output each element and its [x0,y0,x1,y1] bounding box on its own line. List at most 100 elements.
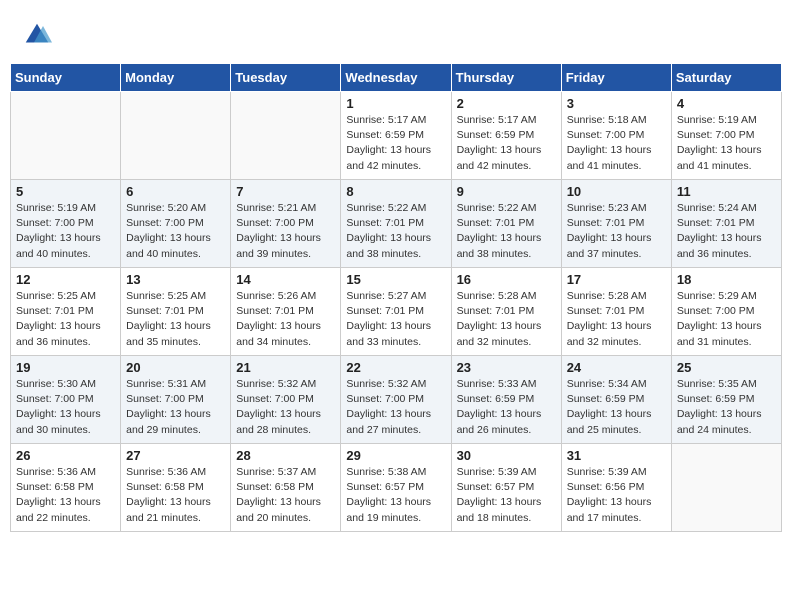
day-number: 8 [346,184,445,199]
day-number: 26 [16,448,115,463]
day-info: Sunrise: 5:33 AMSunset: 6:59 PMDaylight:… [457,378,542,436]
day-number: 18 [677,272,776,287]
day-info: Sunrise: 5:35 AMSunset: 6:59 PMDaylight:… [677,378,762,436]
calendar-day-cell: 15 Sunrise: 5:27 AMSunset: 7:01 PMDaylig… [341,268,451,356]
calendar-day-cell: 4 Sunrise: 5:19 AMSunset: 7:00 PMDayligh… [671,92,781,180]
calendar-day-cell: 20 Sunrise: 5:31 AMSunset: 7:00 PMDaylig… [121,356,231,444]
day-number: 13 [126,272,225,287]
calendar-day-cell: 26 Sunrise: 5:36 AMSunset: 6:58 PMDaylig… [11,444,121,532]
day-number: 31 [567,448,666,463]
calendar-day-cell: 3 Sunrise: 5:18 AMSunset: 7:00 PMDayligh… [561,92,671,180]
calendar-day-cell: 30 Sunrise: 5:39 AMSunset: 6:57 PMDaylig… [451,444,561,532]
day-number: 5 [16,184,115,199]
day-number: 10 [567,184,666,199]
calendar-day-cell: 10 Sunrise: 5:23 AMSunset: 7:01 PMDaylig… [561,180,671,268]
calendar-week-row: 1 Sunrise: 5:17 AMSunset: 6:59 PMDayligh… [11,92,782,180]
calendar-week-row: 19 Sunrise: 5:30 AMSunset: 7:00 PMDaylig… [11,356,782,444]
day-number: 27 [126,448,225,463]
day-number: 23 [457,360,556,375]
day-number: 4 [677,96,776,111]
day-info: Sunrise: 5:34 AMSunset: 6:59 PMDaylight:… [567,378,652,436]
day-number: 9 [457,184,556,199]
day-info: Sunrise: 5:19 AMSunset: 7:00 PMDaylight:… [16,202,101,260]
day-info: Sunrise: 5:28 AMSunset: 7:01 PMDaylight:… [567,290,652,348]
weekday-header: Thursday [451,64,561,92]
weekday-header: Friday [561,64,671,92]
calendar-table: SundayMondayTuesdayWednesdayThursdayFrid… [10,63,782,532]
day-info: Sunrise: 5:37 AMSunset: 6:58 PMDaylight:… [236,466,321,524]
calendar-day-cell: 22 Sunrise: 5:32 AMSunset: 7:00 PMDaylig… [341,356,451,444]
calendar-week-row: 26 Sunrise: 5:36 AMSunset: 6:58 PMDaylig… [11,444,782,532]
day-info: Sunrise: 5:39 AMSunset: 6:56 PMDaylight:… [567,466,652,524]
day-number: 12 [16,272,115,287]
calendar-day-cell: 13 Sunrise: 5:25 AMSunset: 7:01 PMDaylig… [121,268,231,356]
calendar-day-cell: 27 Sunrise: 5:36 AMSunset: 6:58 PMDaylig… [121,444,231,532]
day-info: Sunrise: 5:21 AMSunset: 7:00 PMDaylight:… [236,202,321,260]
calendar-day-cell: 9 Sunrise: 5:22 AMSunset: 7:01 PMDayligh… [451,180,561,268]
day-info: Sunrise: 5:25 AMSunset: 7:01 PMDaylight:… [126,290,211,348]
calendar-day-cell: 1 Sunrise: 5:17 AMSunset: 6:59 PMDayligh… [341,92,451,180]
calendar-day-cell: 8 Sunrise: 5:22 AMSunset: 7:01 PMDayligh… [341,180,451,268]
day-info: Sunrise: 5:32 AMSunset: 7:00 PMDaylight:… [346,378,431,436]
day-info: Sunrise: 5:39 AMSunset: 6:57 PMDaylight:… [457,466,542,524]
calendar-day-cell: 16 Sunrise: 5:28 AMSunset: 7:01 PMDaylig… [451,268,561,356]
day-number: 30 [457,448,556,463]
day-info: Sunrise: 5:23 AMSunset: 7:01 PMDaylight:… [567,202,652,260]
calendar-day-cell [11,92,121,180]
calendar-day-cell: 21 Sunrise: 5:32 AMSunset: 7:00 PMDaylig… [231,356,341,444]
day-number: 16 [457,272,556,287]
day-info: Sunrise: 5:28 AMSunset: 7:01 PMDaylight:… [457,290,542,348]
calendar-day-cell: 18 Sunrise: 5:29 AMSunset: 7:00 PMDaylig… [671,268,781,356]
day-info: Sunrise: 5:22 AMSunset: 7:01 PMDaylight:… [346,202,431,260]
day-info: Sunrise: 5:36 AMSunset: 6:58 PMDaylight:… [16,466,101,524]
day-number: 14 [236,272,335,287]
calendar-day-cell: 28 Sunrise: 5:37 AMSunset: 6:58 PMDaylig… [231,444,341,532]
weekday-header: Monday [121,64,231,92]
day-number: 15 [346,272,445,287]
weekday-header: Wednesday [341,64,451,92]
day-number: 11 [677,184,776,199]
logo [20,20,52,50]
day-info: Sunrise: 5:38 AMSunset: 6:57 PMDaylight:… [346,466,431,524]
calendar-day-cell: 5 Sunrise: 5:19 AMSunset: 7:00 PMDayligh… [11,180,121,268]
weekday-header: Saturday [671,64,781,92]
day-info: Sunrise: 5:19 AMSunset: 7:00 PMDaylight:… [677,114,762,172]
day-number: 20 [126,360,225,375]
calendar-day-cell: 2 Sunrise: 5:17 AMSunset: 6:59 PMDayligh… [451,92,561,180]
day-number: 28 [236,448,335,463]
calendar-day-cell: 19 Sunrise: 5:30 AMSunset: 7:00 PMDaylig… [11,356,121,444]
weekday-header: Tuesday [231,64,341,92]
page-header [10,10,782,55]
day-number: 24 [567,360,666,375]
calendar-week-row: 5 Sunrise: 5:19 AMSunset: 7:00 PMDayligh… [11,180,782,268]
day-info: Sunrise: 5:25 AMSunset: 7:01 PMDaylight:… [16,290,101,348]
calendar-header-row: SundayMondayTuesdayWednesdayThursdayFrid… [11,64,782,92]
day-info: Sunrise: 5:18 AMSunset: 7:00 PMDaylight:… [567,114,652,172]
day-info: Sunrise: 5:36 AMSunset: 6:58 PMDaylight:… [126,466,211,524]
calendar-day-cell: 12 Sunrise: 5:25 AMSunset: 7:01 PMDaylig… [11,268,121,356]
weekday-header: Sunday [11,64,121,92]
calendar-day-cell: 31 Sunrise: 5:39 AMSunset: 6:56 PMDaylig… [561,444,671,532]
calendar-day-cell: 7 Sunrise: 5:21 AMSunset: 7:00 PMDayligh… [231,180,341,268]
calendar-day-cell [121,92,231,180]
calendar-day-cell: 25 Sunrise: 5:35 AMSunset: 6:59 PMDaylig… [671,356,781,444]
day-info: Sunrise: 5:32 AMSunset: 7:00 PMDaylight:… [236,378,321,436]
day-info: Sunrise: 5:22 AMSunset: 7:01 PMDaylight:… [457,202,542,260]
day-number: 3 [567,96,666,111]
calendar-day-cell: 6 Sunrise: 5:20 AMSunset: 7:00 PMDayligh… [121,180,231,268]
day-info: Sunrise: 5:29 AMSunset: 7:00 PMDaylight:… [677,290,762,348]
day-number: 6 [126,184,225,199]
day-info: Sunrise: 5:17 AMSunset: 6:59 PMDaylight:… [457,114,542,172]
calendar-day-cell: 29 Sunrise: 5:38 AMSunset: 6:57 PMDaylig… [341,444,451,532]
day-number: 21 [236,360,335,375]
day-number: 22 [346,360,445,375]
day-number: 17 [567,272,666,287]
day-info: Sunrise: 5:31 AMSunset: 7:00 PMDaylight:… [126,378,211,436]
calendar-day-cell: 11 Sunrise: 5:24 AMSunset: 7:01 PMDaylig… [671,180,781,268]
calendar-day-cell: 24 Sunrise: 5:34 AMSunset: 6:59 PMDaylig… [561,356,671,444]
calendar-day-cell [231,92,341,180]
day-number: 19 [16,360,115,375]
day-number: 25 [677,360,776,375]
logo-icon [22,20,52,50]
day-info: Sunrise: 5:30 AMSunset: 7:00 PMDaylight:… [16,378,101,436]
